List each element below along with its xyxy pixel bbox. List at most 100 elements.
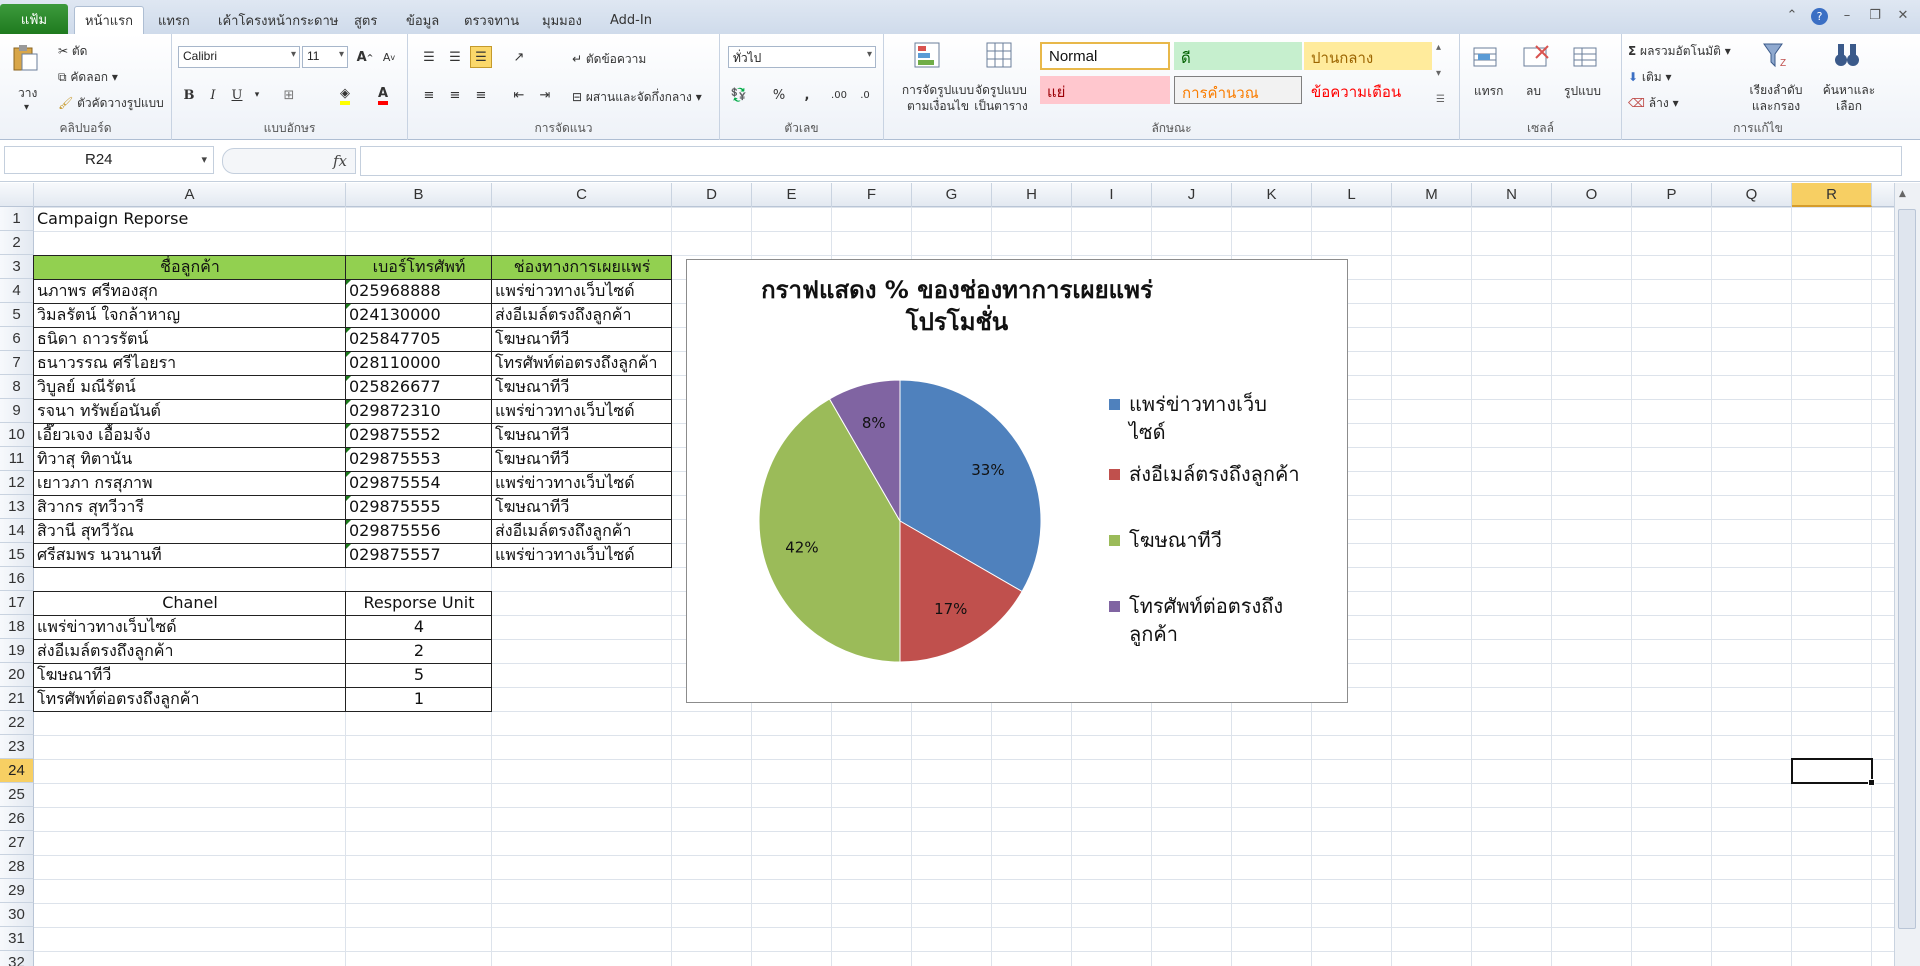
row-header-1[interactable]: 1 [0, 207, 34, 231]
autosum-button[interactable]: Σ ผลรวมอัตโนมัติ ▾ [1628, 42, 1731, 61]
style-calculation[interactable]: การคำนวณ [1174, 76, 1302, 104]
customer-name-cell[interactable]: ธนิดา ถาวรรัตน์ [34, 327, 346, 351]
channel-cell[interactable]: โฆษณาทีวี [492, 447, 672, 471]
channel-cell[interactable]: แพร่ข่าวทางเว็บไซด์ [492, 543, 672, 567]
column-header-p[interactable]: P [1632, 183, 1712, 207]
row-header-5[interactable]: 5 [0, 303, 34, 327]
align-top-icon[interactable]: ☰ [418, 46, 440, 68]
select-all-corner[interactable] [0, 183, 34, 207]
row-header-13[interactable]: 13 [0, 495, 34, 519]
delete-cells-icon[interactable] [1520, 42, 1550, 72]
format-cells-label[interactable]: รูปแบบ [1564, 82, 1601, 101]
currency-icon[interactable]: 💱 [728, 84, 750, 106]
summary-unit-cell[interactable]: 1 [346, 687, 492, 711]
phone-cell[interactable]: 029875556 [346, 519, 492, 543]
paste-label[interactable]: วาง [18, 84, 37, 103]
align-right-icon[interactable]: ≡ [470, 84, 492, 106]
row-header-23[interactable]: 23 [0, 735, 34, 759]
channel-cell[interactable]: แพร่ข่าวทางเว็บไซด์ [492, 279, 672, 303]
row-header-6[interactable]: 6 [0, 327, 34, 351]
row-header-8[interactable]: 8 [0, 375, 34, 399]
collapse-ribbon-icon[interactable]: ⌃ [1783, 8, 1801, 25]
styles-scroll-up-icon[interactable]: ▴ [1436, 42, 1441, 53]
align-left-icon[interactable]: ≡ [418, 84, 440, 106]
font-name-combo[interactable]: Calibri [178, 46, 300, 68]
row-header-3[interactable]: 3 [0, 255, 34, 279]
phone-cell[interactable]: 029875552 [346, 423, 492, 447]
phone-cell[interactable]: 029875557 [346, 543, 492, 567]
row-header-26[interactable]: 26 [0, 807, 34, 831]
row-header-30[interactable]: 30 [0, 903, 34, 927]
row-header-12[interactable]: 12 [0, 471, 34, 495]
conditional-format-icon[interactable] [912, 40, 942, 70]
phone-cell[interactable]: 024130000 [346, 303, 492, 327]
borders-icon[interactable]: ⊞ [278, 84, 300, 106]
row-header-24[interactable]: 24 [0, 759, 34, 783]
row-header-20[interactable]: 20 [0, 663, 34, 687]
summary-header[interactable]: Chanel [34, 591, 346, 615]
fill-button[interactable]: ⬇ เติม ▾ [1628, 68, 1672, 87]
column-header-r[interactable]: R [1792, 183, 1872, 207]
sort-filter-label[interactable]: เรียงลำดับและกรอง [1740, 82, 1812, 114]
format-as-table-label[interactable]: จัดรูปแบบเป็นตาราง [966, 82, 1036, 114]
column-header-g[interactable]: G [912, 183, 992, 207]
scroll-thumb[interactable] [1898, 209, 1916, 929]
customer-name-cell[interactable]: เยาวภา กรสุภาพ [34, 471, 346, 495]
customer-name-cell[interactable]: นภาพร ศรีทองสุก [34, 279, 346, 303]
column-header-d[interactable]: D [672, 183, 752, 207]
insert-cells-icon[interactable] [1470, 42, 1500, 72]
phone-cell[interactable]: 029872310 [346, 399, 492, 423]
scroll-up-icon[interactable]: ▲ [1899, 189, 1906, 199]
close-icon[interactable]: ✕ [1894, 8, 1912, 25]
row-header-25[interactable]: 25 [0, 783, 34, 807]
format-as-table-icon[interactable] [984, 40, 1014, 70]
restore-icon[interactable]: ❐ [1866, 8, 1884, 25]
row-header-27[interactable]: 27 [0, 831, 34, 855]
column-header-o[interactable]: O [1552, 183, 1632, 207]
tab-add-ins[interactable]: Add-In [600, 6, 662, 34]
column-header-k[interactable]: K [1232, 183, 1312, 207]
channel-cell[interactable]: โฆษณาทีวี [492, 327, 672, 351]
underline-dropdown-icon[interactable]: ▾ [246, 84, 268, 106]
table-header[interactable]: ช่องทางการเผยแพร่ [492, 255, 672, 279]
summary-unit-cell[interactable]: 4 [346, 615, 492, 639]
row-header-16[interactable]: 16 [0, 567, 34, 591]
customer-name-cell[interactable]: สิวากร สุทวีวารี [34, 495, 346, 519]
italic-icon[interactable]: I [202, 84, 224, 106]
column-header-l[interactable]: L [1312, 183, 1392, 207]
increase-decimal-icon[interactable]: .00 [828, 84, 850, 106]
column-header-e[interactable]: E [752, 183, 832, 207]
channel-cell[interactable]: โฆษณาทีวี [492, 375, 672, 399]
tab-home[interactable]: หน้าแรก [74, 6, 144, 34]
row-header-17[interactable]: 17 [0, 591, 34, 615]
summary-channel-cell[interactable]: โทรศัพท์ต่อตรงถึงลูกค้า [34, 687, 346, 711]
customer-name-cell[interactable]: เอี๊ยวเจง เอื้อมจัง [34, 423, 346, 447]
phone-cell[interactable]: 029875555 [346, 495, 492, 519]
row-header-32[interactable]: 32 [0, 951, 34, 966]
format-painter-button[interactable]: 🖌 ตัวคัดวางรูปแบบ [58, 94, 164, 113]
channel-cell[interactable]: โทรศัพท์ต่อตรงถึงลูกค้า [492, 351, 672, 375]
customer-name-cell[interactable]: สิวานี สุทวีวัณ [34, 519, 346, 543]
underline-icon[interactable]: U [226, 84, 248, 106]
channel-cell[interactable]: โฆษณาทีวี [492, 495, 672, 519]
row-header-11[interactable]: 11 [0, 447, 34, 471]
summary-unit-cell[interactable]: 5 [346, 663, 492, 687]
percent-icon[interactable]: % [768, 84, 790, 106]
clear-button[interactable]: ⌫ ล้าง ▾ [1628, 94, 1679, 113]
customer-name-cell[interactable]: ทิวาสุ ทิตานัน [34, 447, 346, 471]
cut-button[interactable]: ✂ ตัด [58, 42, 87, 61]
decrease-decimal-icon[interactable]: .0 [854, 84, 876, 106]
format-cells-icon[interactable] [1570, 42, 1600, 72]
style-neutral[interactable]: ปานกลาง [1304, 42, 1432, 70]
comma-style-icon[interactable]: , [796, 84, 818, 106]
bold-icon[interactable]: B [178, 84, 200, 106]
insert-function-icon[interactable]: fx [222, 148, 356, 174]
phone-cell[interactable]: 025826677 [346, 375, 492, 399]
styles-scroll-down-icon[interactable]: ▾ [1436, 68, 1441, 79]
customer-name-cell[interactable]: ธนาวรรณ ศรีไอยรา [34, 351, 346, 375]
row-header-15[interactable]: 15 [0, 543, 34, 567]
column-header-c[interactable]: C [492, 183, 672, 207]
channel-cell[interactable]: โฆษณาทีวี [492, 423, 672, 447]
summary-channel-cell[interactable]: แพร่ข่าวทางเว็บไซด์ [34, 615, 346, 639]
column-header-i[interactable]: I [1072, 183, 1152, 207]
